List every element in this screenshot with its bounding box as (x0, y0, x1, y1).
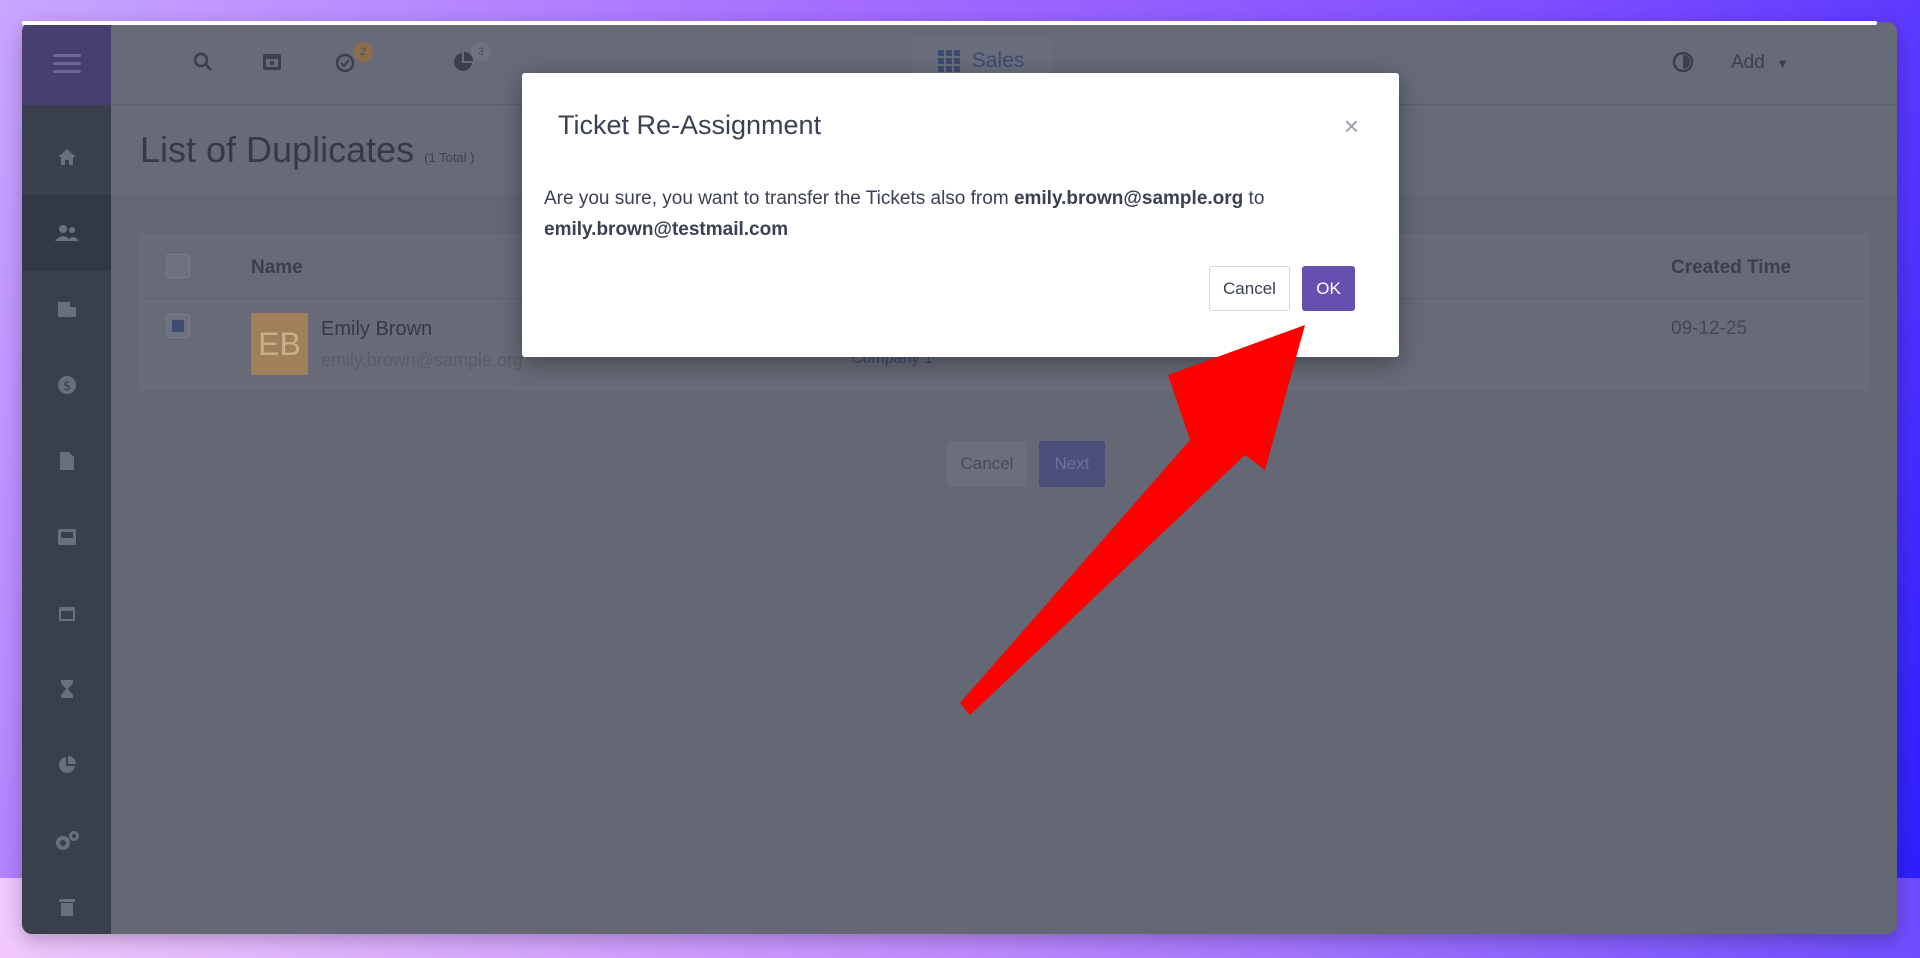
inbox-icon (57, 529, 76, 545)
calendar-icon (58, 607, 75, 621)
sidebar-item-settings[interactable] (22, 803, 111, 879)
column-header-name[interactable]: Name (251, 257, 303, 279)
cancel-button[interactable]: Cancel (947, 441, 1027, 487)
reminders-button[interactable]: 2 (333, 42, 373, 78)
add-label: Add (1731, 52, 1765, 73)
created-time: 09-12-25 (1671, 318, 1748, 339)
modal-title: Ticket Re-Assignment (558, 110, 822, 140)
users-icon (54, 225, 79, 241)
reminders-badge: 2 (353, 42, 373, 62)
to-email: emily.brown@testmail.com (544, 219, 789, 240)
pie-chart-icon (58, 756, 76, 773)
sidebar-item-contacts[interactable] (22, 195, 111, 271)
contact-email: emily.brown@sample.org (321, 350, 524, 370)
sidebar-item-documents[interactable] (22, 423, 111, 499)
sidebar-item-deals[interactable]: $ (22, 347, 111, 423)
sidebar: $ (22, 22, 111, 934)
next-button[interactable]: Next (1039, 441, 1105, 487)
sidebar-item-calendar[interactable] (22, 575, 111, 651)
page-title-text: List of Duplicates (140, 129, 415, 170)
sidebar-item-home[interactable] (22, 119, 111, 195)
ticket-reassignment-modal: Ticket Re-Assignment × Are you sure, you… (522, 73, 1399, 357)
reports-badge: 3 (471, 42, 491, 62)
gears-icon (55, 831, 79, 850)
svg-text:$: $ (62, 379, 70, 394)
modal-cancel-button[interactable]: Cancel (1209, 266, 1290, 311)
sidebar-item-inbox[interactable] (22, 499, 111, 575)
caret-down-icon: ▼ (1776, 56, 1789, 71)
select-all-checkbox[interactable] (166, 254, 190, 278)
calendar-icon (263, 54, 281, 70)
contact-avatar: EB (251, 313, 308, 375)
contact-name[interactable]: Emily Brown (321, 318, 432, 341)
reports-button[interactable]: 3 (451, 42, 491, 78)
sidebar-item-timer[interactable] (22, 651, 111, 727)
search-button[interactable] (191, 50, 219, 78)
message-mid: to (1243, 188, 1265, 209)
sidebar-item-organizations[interactable] (22, 271, 111, 347)
sidebar-item-reports[interactable] (22, 727, 111, 803)
page-title: List of Duplicates (1 Total ) (140, 129, 475, 171)
close-icon[interactable]: × (1344, 111, 1359, 142)
from-email: emily.brown@sample.org (1013, 188, 1244, 209)
grid-icon (937, 50, 960, 72)
app-switcher-label: Sales (971, 49, 1025, 72)
calendar-button[interactable] (261, 50, 289, 78)
contrast-icon (1672, 51, 1694, 73)
building-icon (57, 302, 76, 317)
theme-toggle-button[interactable] (1671, 50, 1699, 78)
total-count: (1 Total ) (424, 150, 475, 165)
document-icon (59, 452, 74, 470)
modal-ok-button[interactable]: OK (1302, 266, 1355, 311)
row-checkbox[interactable] (166, 314, 190, 338)
message-prefix: Are you sure, you want to transfer the T… (544, 188, 1014, 209)
search-icon (193, 52, 212, 71)
hamburger-icon (52, 49, 81, 78)
trash-icon (58, 898, 75, 916)
window-top-edge (22, 21, 1877, 25)
hourglass-icon (60, 680, 73, 698)
add-dropdown-button[interactable]: Add ▼ (1731, 52, 1789, 74)
sidebar-item-trash[interactable] (22, 879, 111, 934)
dollar-icon: $ (57, 376, 76, 394)
column-header-created-time[interactable]: Created Time (1671, 257, 1791, 279)
modal-message: Are you sure, you want to transfer the T… (544, 183, 1364, 245)
menu-toggle-button[interactable] (22, 22, 111, 105)
home-icon (57, 149, 76, 165)
